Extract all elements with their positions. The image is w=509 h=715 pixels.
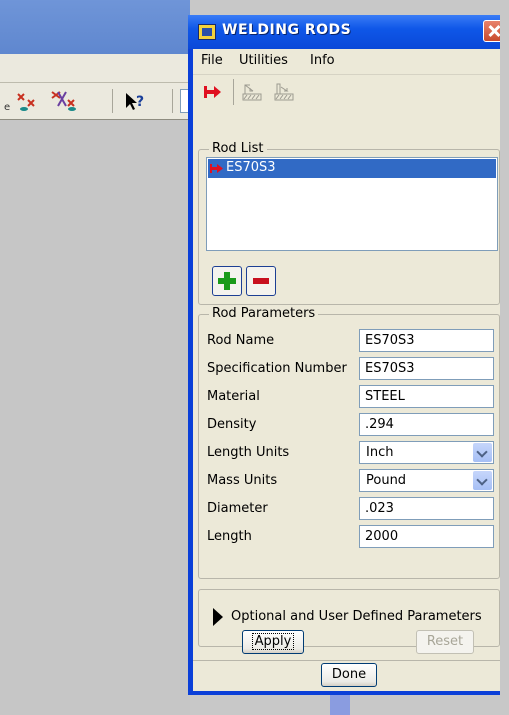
- rod-name-label: Rod Name: [207, 333, 275, 348]
- background-menubar: [0, 54, 190, 83]
- background-canvas: [0, 120, 190, 715]
- specification-number-input[interactable]: [359, 357, 494, 380]
- help-pointer-icon[interactable]: ?: [120, 88, 152, 114]
- mass-units-select[interactable]: Pound: [359, 469, 494, 492]
- apply-button-label: Apply: [251, 633, 295, 650]
- svg-text:?: ?: [136, 94, 144, 110]
- toolbar-separator: [112, 89, 113, 113]
- background-window-titlebar: [0, 0, 190, 54]
- red-arrow-icon[interactable]: [203, 81, 223, 103]
- density-label: Density: [207, 417, 257, 432]
- menu-info[interactable]: Info: [310, 53, 335, 68]
- background-window-edge: [500, 15, 509, 715]
- material-input[interactable]: [359, 385, 494, 408]
- divider: [193, 660, 505, 661]
- length-units-value: Inch: [366, 445, 394, 460]
- window-icon: [198, 24, 216, 40]
- delete-plane-icon[interactable]: [46, 88, 86, 114]
- length-label: Length: [207, 529, 252, 544]
- toolbar-separator: [233, 79, 234, 105]
- done-button-label: Done: [331, 667, 367, 682]
- background-input[interactable]: [180, 89, 188, 113]
- red-arrow-icon: [210, 164, 223, 173]
- done-button[interactable]: Done: [321, 663, 377, 687]
- menu-file[interactable]: File: [201, 53, 223, 68]
- background-window-fragment: [330, 695, 350, 715]
- mass-units-label: Mass Units: [207, 473, 278, 488]
- length-units-label: Length Units: [207, 445, 290, 460]
- length-units-select[interactable]: Inch: [359, 441, 494, 464]
- chevron-down-icon[interactable]: [473, 443, 492, 462]
- remove-rod-button[interactable]: [246, 266, 276, 296]
- rod-name-label: ES70S3: [226, 160, 276, 175]
- rod-edit-icon[interactable]: [241, 81, 263, 103]
- rod-copy-icon[interactable]: [273, 81, 295, 103]
- rod-parameters-label: Rod Parameters: [209, 306, 319, 321]
- toolbar: [193, 74, 505, 109]
- rod-listbox[interactable]: ES70S3: [206, 157, 498, 251]
- mass-units-value: Pound: [366, 473, 407, 488]
- apply-button[interactable]: Apply: [242, 630, 304, 654]
- material-label: Material: [207, 389, 260, 404]
- dialog-title: WELDING RODS: [222, 22, 352, 38]
- density-input[interactable]: [359, 413, 494, 436]
- dialog-titlebar[interactable]: WELDING RODS: [188, 15, 509, 49]
- svg-text:e: e: [4, 102, 10, 113]
- reset-button-label: Reset: [426, 634, 464, 649]
- triangle-right-icon: [213, 608, 223, 626]
- optional-parameters-label: Optional and User Defined Parameters: [231, 609, 482, 624]
- diameter-label: Diameter: [207, 501, 268, 516]
- list-item[interactable]: ES70S3: [208, 159, 496, 178]
- reset-button[interactable]: Reset: [416, 630, 474, 654]
- plus-icon: [218, 272, 236, 290]
- chevron-down-icon[interactable]: [473, 471, 492, 490]
- rod-name-input[interactable]: [359, 329, 494, 352]
- specification-number-label: Specification Number: [207, 361, 347, 376]
- length-input[interactable]: [359, 525, 494, 548]
- minus-icon: [253, 278, 269, 284]
- diameter-input[interactable]: [359, 497, 494, 520]
- delete-axis-icon[interactable]: e: [2, 88, 42, 114]
- rod-list-label: Rod List: [209, 141, 267, 156]
- add-rod-button[interactable]: [212, 266, 242, 296]
- menubar: File Utilities Info: [193, 49, 505, 73]
- toolbar-separator: [172, 89, 173, 113]
- welding-rods-dialog: WELDING RODS File Utilities Info Rod Lis…: [188, 15, 509, 695]
- menu-utilities[interactable]: Utilities: [239, 53, 288, 68]
- dialog-body: File Utilities Info Rod List ES70S3 Rod …: [193, 49, 505, 691]
